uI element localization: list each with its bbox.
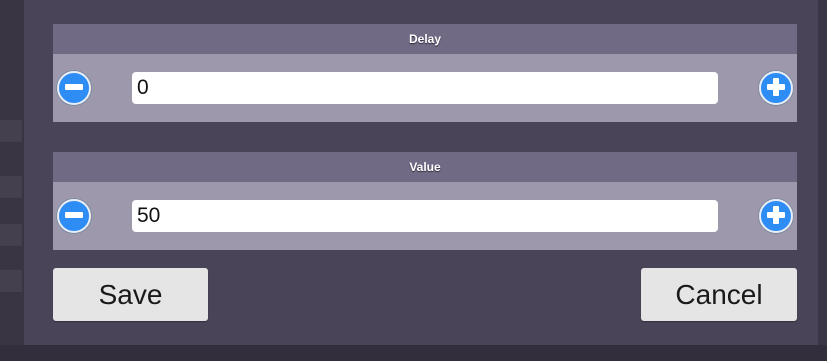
value-label: Value [409, 160, 441, 174]
delay-decrement-button[interactable] [57, 71, 91, 105]
delay-header: Delay [53, 24, 797, 54]
backdrop-strip [0, 224, 22, 246]
backdrop-strip [0, 120, 22, 142]
value-header: Value [53, 152, 797, 182]
save-button[interactable]: Save [53, 268, 208, 321]
delay-section: Delay [53, 24, 797, 122]
value-input[interactable] [132, 200, 718, 232]
backdrop-left-panel [0, 0, 24, 361]
delay-input[interactable] [132, 72, 718, 104]
backdrop-bottom-panel [0, 345, 827, 361]
backdrop-strip [0, 176, 22, 198]
delay-label: Delay [408, 32, 442, 46]
edit-dialog: Delay Value [24, 0, 818, 345]
value-row [53, 182, 797, 250]
delay-row [53, 54, 797, 122]
cancel-button[interactable]: Cancel [641, 268, 797, 321]
value-decrement-button[interactable] [57, 199, 91, 233]
value-section: Value [53, 152, 797, 250]
backdrop-right-panel [818, 0, 827, 361]
delay-increment-button[interactable] [759, 71, 793, 105]
value-increment-button[interactable] [759, 199, 793, 233]
backdrop-strip [0, 270, 22, 292]
